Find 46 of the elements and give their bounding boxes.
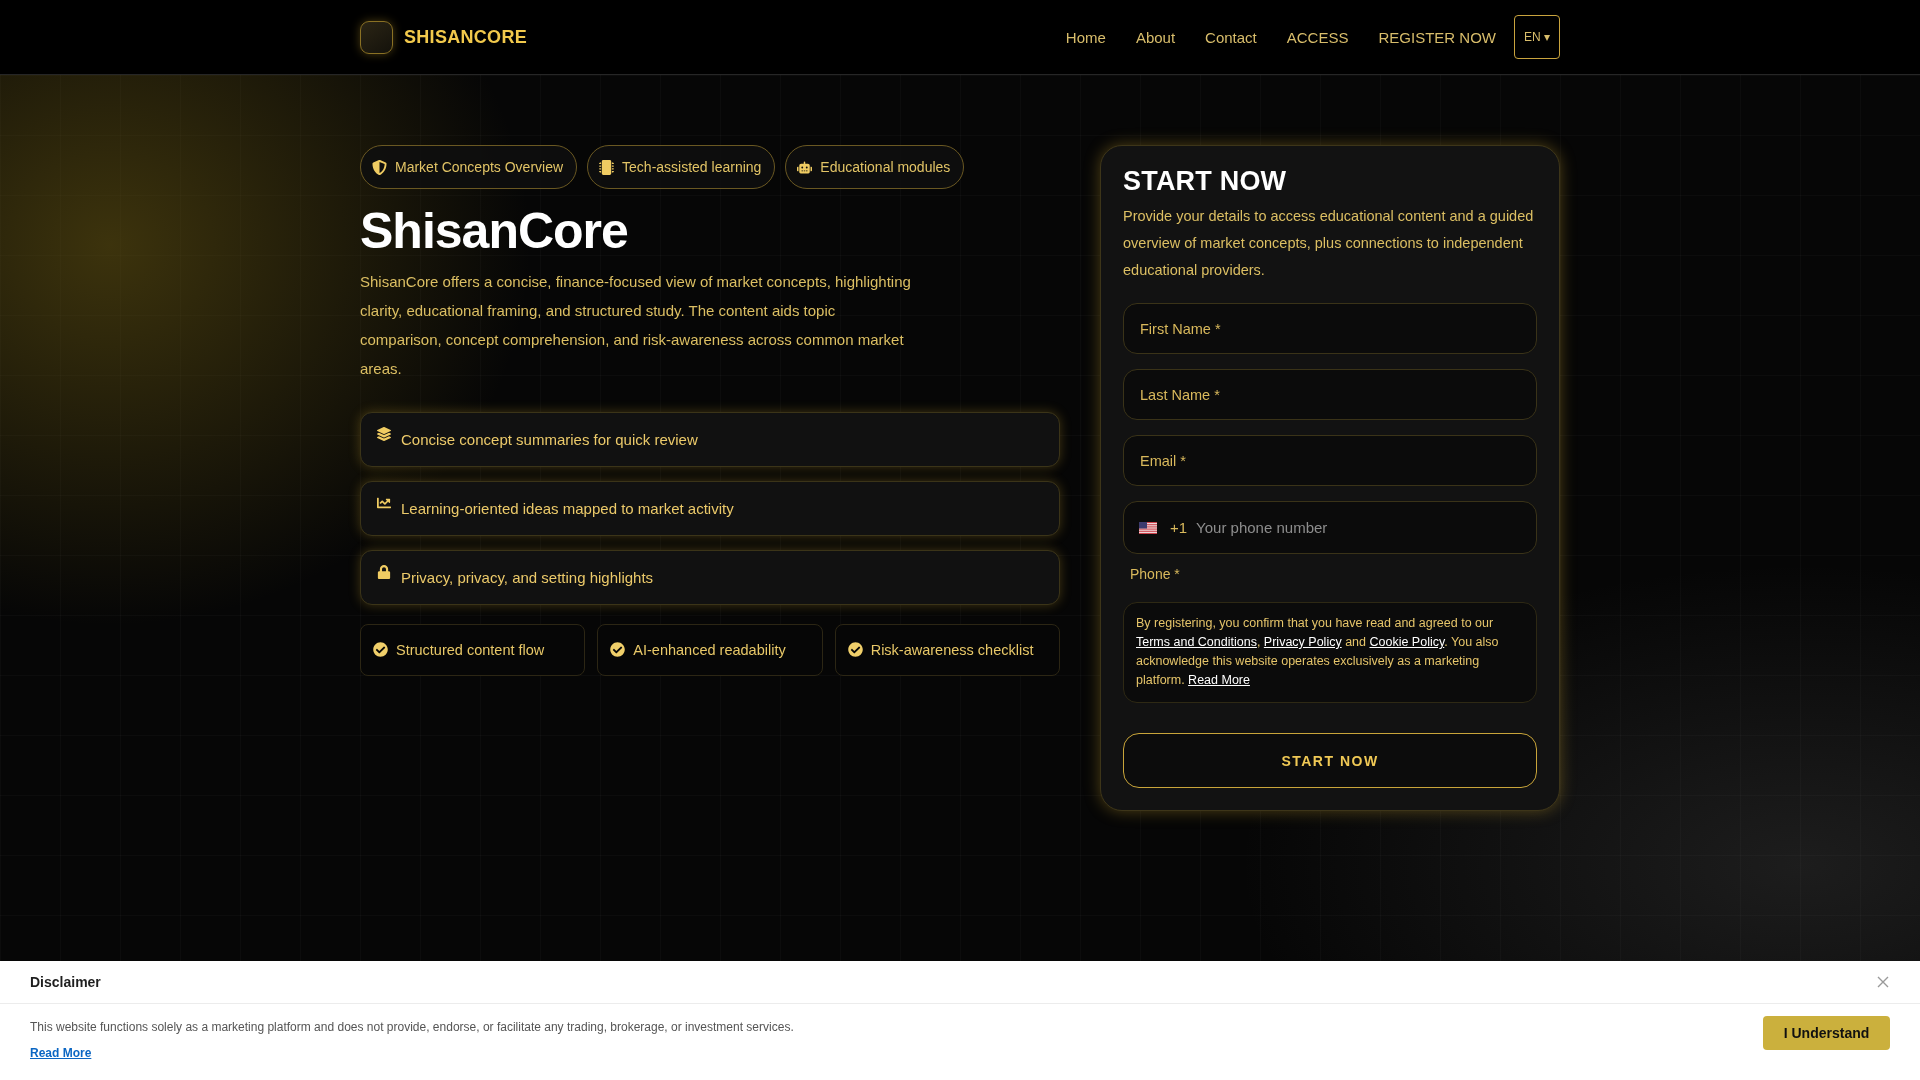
lock-icon bbox=[377, 564, 391, 579]
layers-icon bbox=[377, 426, 391, 441]
language-button[interactable]: EN ▾ bbox=[1514, 15, 1560, 59]
line-chart-icon bbox=[377, 495, 391, 510]
dial-code: +1 bbox=[1170, 519, 1188, 536]
input-field[interactable]: Email * bbox=[1123, 435, 1537, 486]
logo-icon bbox=[360, 20, 393, 54]
highlight-label: Risk-awareness checklist bbox=[870, 641, 1034, 658]
submit-button[interactable]: START NOW bbox=[1123, 733, 1537, 788]
phone-label: Phone * bbox=[1130, 566, 1181, 582]
consent-link[interactable]: Terms and Conditions bbox=[1136, 635, 1257, 649]
tag-label: Tech-assisted learning bbox=[622, 159, 762, 175]
nav-link[interactable]: About bbox=[1135, 28, 1176, 46]
feature-text: Learning-oriented ideas mapped to market activity bbox=[401, 499, 734, 517]
phone-input[interactable]: Your phone number bbox=[1196, 502, 1527, 553]
input-field[interactable]: Last Name * bbox=[1123, 369, 1537, 420]
disclaimer-title: Disclaimer bbox=[30, 974, 101, 990]
robot-icon bbox=[797, 159, 813, 175]
consent-text: By registering, you confirm that you have read and agreed to our Terms and Conditions, Privacy Policy and Cookie Policy. You also acknowledge this website operates exclusively as a marketing platform. Read More bbox=[1136, 615, 1500, 689]
flag-icon bbox=[1139, 521, 1157, 534]
highlight-label: Structured content flow bbox=[396, 641, 545, 658]
brand-name: SHISANCORE bbox=[404, 26, 527, 48]
form-description: Provide your details to access educational content and a guided overview of market concepts, plus connections to independent educational providers. bbox=[1123, 207, 1535, 280]
feature-text: Concise concept summaries for quick review bbox=[401, 430, 698, 448]
form-title: START NOW bbox=[1123, 166, 1288, 197]
highlight-label: AI-enhanced readability bbox=[633, 641, 786, 658]
consent-link[interactable]: Privacy Policy bbox=[1263, 635, 1342, 649]
understand-button[interactable]: I Understand bbox=[1763, 1016, 1890, 1050]
close-icon bbox=[1877, 976, 1889, 988]
hero-title: ShisanCore bbox=[360, 203, 629, 261]
feature-text: Privacy, privacy, and setting highlights bbox=[401, 568, 654, 586]
tag-label: Educational modules bbox=[820, 159, 951, 175]
shield-icon bbox=[372, 159, 387, 175]
nav-link[interactable]: Contact bbox=[1205, 28, 1257, 46]
input-field[interactable]: First Name * bbox=[1123, 303, 1537, 354]
nav-link[interactable]: ACCESS bbox=[1286, 28, 1349, 46]
tag-label: Market Concepts Overview bbox=[395, 159, 564, 175]
read-more-link[interactable]: Read More bbox=[30, 1046, 92, 1060]
nav-link[interactable]: REGISTER NOW bbox=[1378, 28, 1496, 46]
nav-link[interactable]: Home bbox=[1065, 28, 1106, 46]
chip-icon bbox=[599, 159, 615, 175]
consent-link[interactable]: Read More bbox=[1188, 673, 1250, 687]
phone-field[interactable]: +1 Your phone number bbox=[1123, 501, 1537, 554]
disclaimer-text: This website functions solely as a marketing platform and does not provide, endorse, or facilitate any trading, brokerage, or investment services. bbox=[30, 1020, 794, 1034]
close-button[interactable] bbox=[1877, 976, 1889, 988]
hero-description: ShisanCore offers a concise, finance-focused view of market concepts, highlighting clarity, educational framing, and structured study. The content aids topic comparison, concept comprehension, and risk-awareness across common market areas. bbox=[360, 271, 912, 379]
